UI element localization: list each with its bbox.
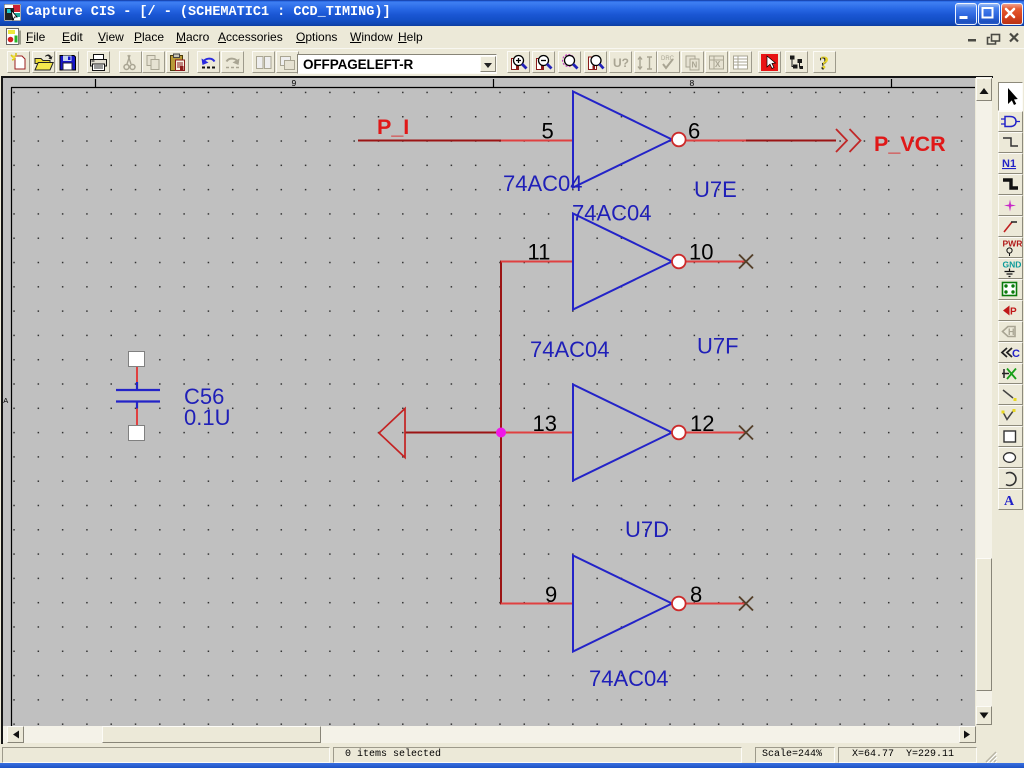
svg-text:GND: GND bbox=[1003, 260, 1022, 270]
svg-text:8: 8 bbox=[690, 78, 695, 88]
svg-text:H: H bbox=[1008, 327, 1015, 337]
svg-text:9: 9 bbox=[292, 78, 297, 88]
svg-text:13: 13 bbox=[533, 411, 557, 436]
svg-text:0.1U: 0.1U bbox=[184, 405, 230, 430]
svg-text:PWR: PWR bbox=[1003, 239, 1023, 249]
svg-text:A: A bbox=[3, 396, 8, 405]
svg-text:5: 5 bbox=[542, 119, 554, 144]
svg-text:U7D: U7D bbox=[625, 517, 669, 542]
svg-text:?: ? bbox=[820, 53, 829, 73]
svg-text:12: 12 bbox=[690, 411, 714, 436]
svg-text:P_VCR: P_VCR bbox=[874, 132, 946, 156]
svg-text:X: X bbox=[715, 60, 721, 69]
svg-text:74AC04: 74AC04 bbox=[503, 171, 583, 196]
svg-text:C: C bbox=[1012, 348, 1020, 360]
svg-text:A: A bbox=[1004, 494, 1015, 509]
svg-text:8: 8 bbox=[690, 582, 702, 607]
svg-text:74AC04: 74AC04 bbox=[530, 337, 610, 362]
svg-text:N: N bbox=[692, 61, 698, 70]
svg-text:74AC04: 74AC04 bbox=[572, 201, 652, 226]
svg-text:11: 11 bbox=[528, 240, 551, 265]
svg-text:U?: U? bbox=[613, 56, 629, 70]
svg-text:6: 6 bbox=[688, 119, 700, 144]
svg-text:N1: N1 bbox=[1002, 158, 1016, 170]
svg-text:10: 10 bbox=[689, 240, 713, 265]
svg-text:74AC04: 74AC04 bbox=[589, 666, 669, 691]
svg-text:9: 9 bbox=[545, 582, 557, 607]
svg-text:P_I: P_I bbox=[377, 115, 409, 139]
svg-text:P: P bbox=[1010, 307, 1017, 318]
svg-text:U7F: U7F bbox=[697, 334, 739, 359]
svg-text:U7E: U7E bbox=[694, 177, 737, 202]
